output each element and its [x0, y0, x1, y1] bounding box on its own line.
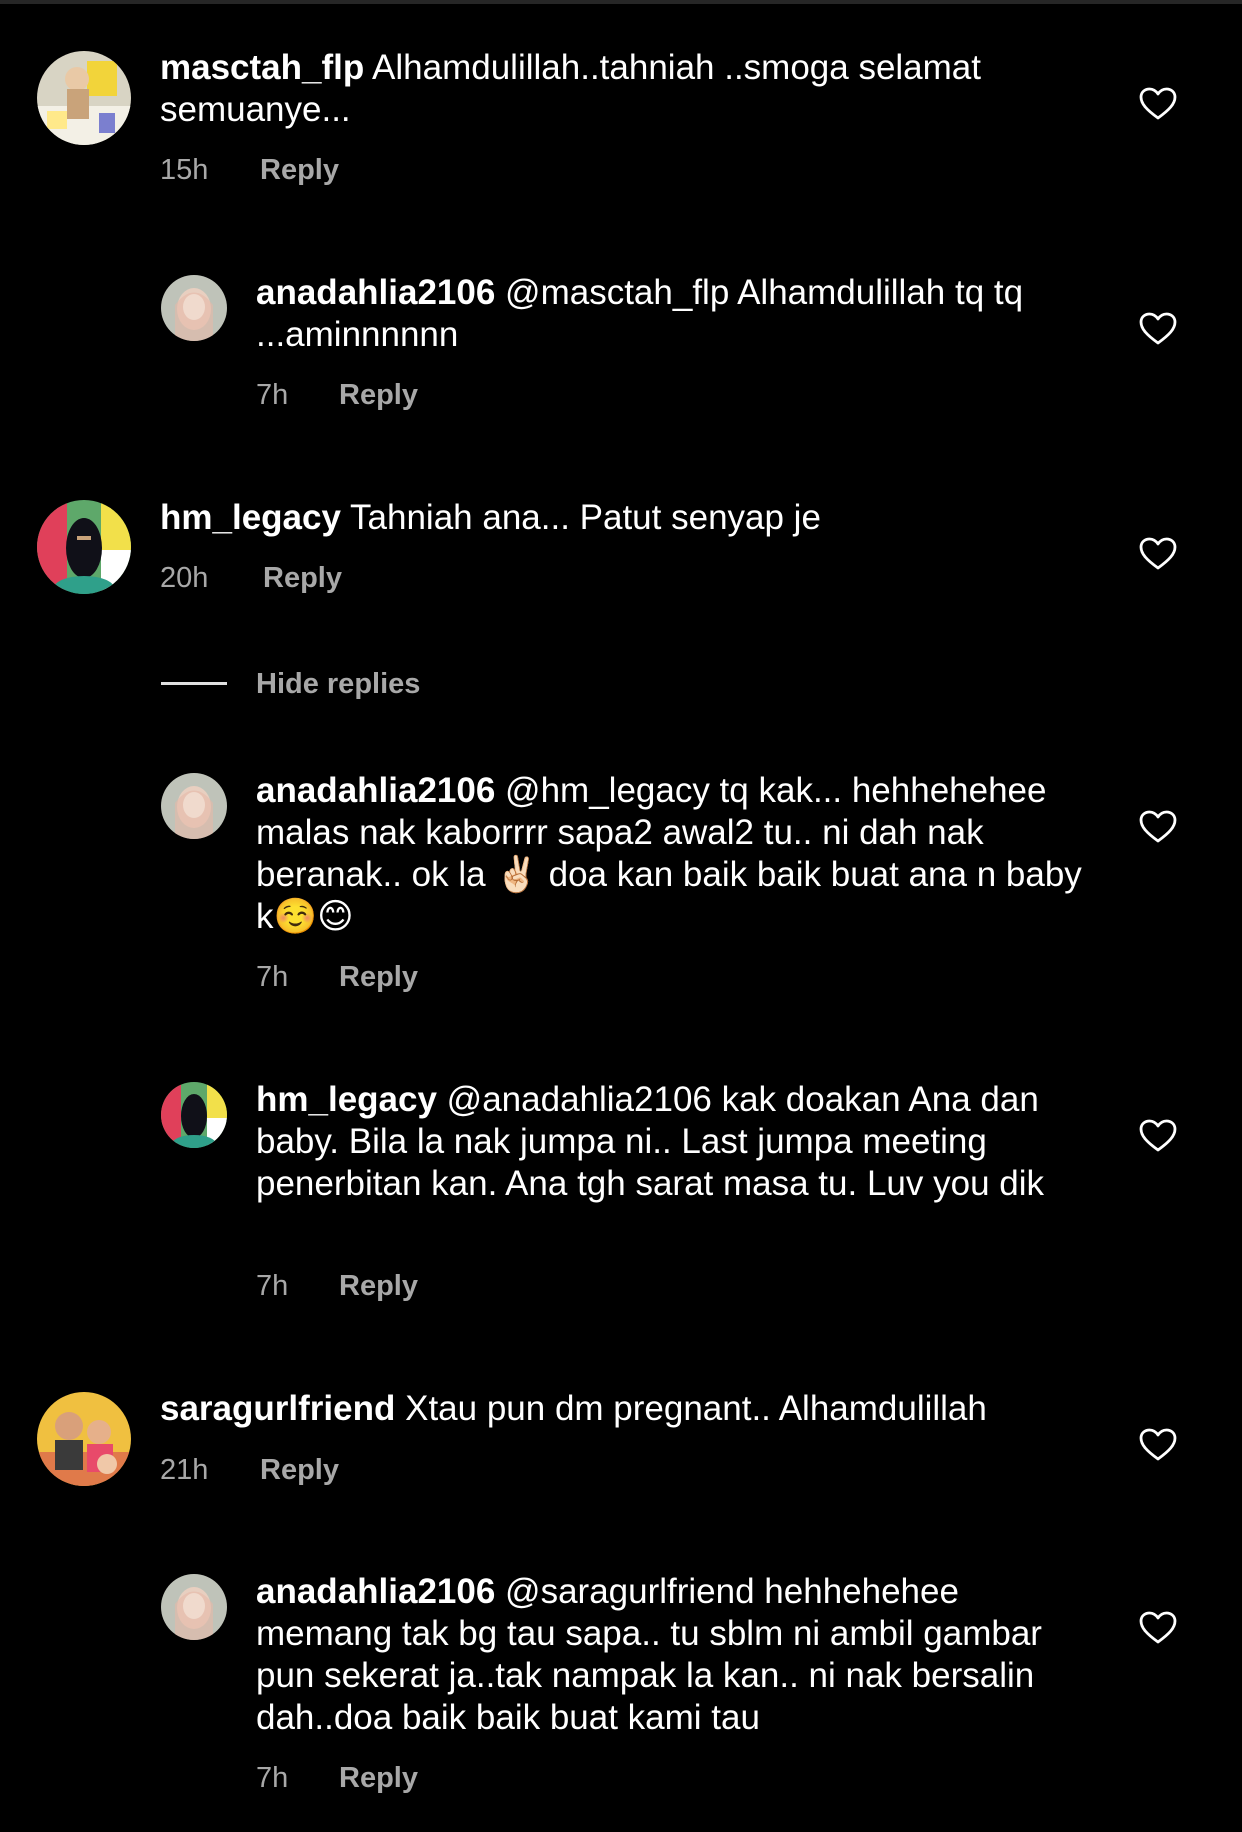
username[interactable]: hm_legacy — [256, 1080, 437, 1119]
avatar-image — [161, 275, 227, 341]
username[interactable]: anadahlia2106 — [256, 771, 495, 810]
reply-button[interactable]: Reply — [260, 153, 339, 187]
comment-meta: 7h Reply — [256, 1269, 418, 1303]
reply-button[interactable]: Reply — [260, 1453, 339, 1487]
comment-meta: 7h Reply — [256, 378, 418, 412]
username[interactable]: anadahlia2106 — [256, 1572, 495, 1611]
thread-line — [161, 682, 227, 685]
reply-button[interactable]: Reply — [339, 1269, 418, 1303]
comment-meta: 7h Reply — [256, 1761, 418, 1795]
comment-text: hm_legacy Tahniah ana... Patut senyap je — [160, 497, 1080, 539]
avatar-image — [37, 500, 131, 594]
username[interactable]: anadahlia2106 — [256, 273, 495, 312]
top-divider — [0, 0, 1242, 4]
comment-time: 7h — [256, 379, 289, 411]
avatar-masctah-flp[interactable] — [37, 51, 131, 145]
avatar-saragurlfriend[interactable] — [37, 1392, 131, 1486]
avatar-anadahlia2106[interactable] — [161, 275, 227, 341]
avatar-hm-legacy[interactable] — [161, 1082, 227, 1148]
reply-button[interactable]: Reply — [339, 1761, 418, 1795]
username[interactable]: masctah_flp — [160, 48, 364, 87]
comment-time: 21h — [160, 1454, 209, 1486]
comment-text: anadahlia2106 @masctah_flp Alhamdulillah… — [256, 272, 1086, 356]
hide-replies-label[interactable]: Hide replies — [256, 666, 420, 702]
heart-icon[interactable] — [1139, 312, 1177, 346]
avatar-hm-legacy[interactable] — [37, 500, 131, 594]
reply-button[interactable]: Reply — [339, 960, 418, 994]
heart-icon[interactable] — [1139, 810, 1177, 844]
heart-icon[interactable] — [1139, 87, 1177, 121]
avatar-anadahlia2106[interactable] — [161, 773, 227, 839]
avatar-image — [37, 51, 131, 145]
comment-meta: 21h Reply — [160, 1453, 339, 1487]
reply-button[interactable]: Reply — [339, 378, 418, 412]
avatar-image — [161, 773, 227, 839]
heart-icon[interactable] — [1139, 1119, 1177, 1153]
comment-text: anadahlia2106 @saragurlfriend hehhehehee… — [256, 1571, 1086, 1739]
avatar-image — [37, 1392, 131, 1486]
comment-meta: 20h Reply — [160, 561, 342, 595]
avatar-image — [161, 1082, 227, 1148]
comment-text: masctah_flp Alhamdulillah..tahniah ..smo… — [160, 47, 1080, 131]
username[interactable]: saragurlfriend — [160, 1389, 395, 1428]
comment-time: 20h — [160, 562, 209, 594]
heart-icon[interactable] — [1139, 537, 1177, 571]
comment-meta: 7h Reply — [256, 960, 418, 994]
heart-icon[interactable] — [1139, 1428, 1177, 1462]
comment-time: 7h — [256, 961, 289, 993]
comment-body: Xtau pun dm pregnant.. Alhamdulillah — [405, 1389, 987, 1428]
reply-button[interactable]: Reply — [263, 561, 342, 595]
comment-time: 15h — [160, 154, 209, 186]
avatar-anadahlia2106[interactable] — [161, 1574, 227, 1640]
comment-time: 7h — [256, 1762, 289, 1794]
comment-text: hm_legacy @anadahlia2106 kak doakan Ana … — [256, 1079, 1086, 1205]
avatar-image — [161, 1574, 227, 1640]
comment-text: anadahlia2106 @hm_legacy tq kak... hehhe… — [256, 770, 1086, 938]
hide-replies-toggle[interactable]: Hide replies — [161, 666, 561, 706]
comment-meta: 15h Reply — [160, 153, 339, 187]
comment-text: saragurlfriend Xtau pun dm pregnant.. Al… — [160, 1388, 1080, 1430]
username[interactable]: hm_legacy — [160, 498, 341, 537]
heart-icon[interactable] — [1139, 1611, 1177, 1645]
comment-body: Tahniah ana... Patut senyap je — [350, 498, 821, 537]
comment-time: 7h — [256, 1270, 289, 1302]
